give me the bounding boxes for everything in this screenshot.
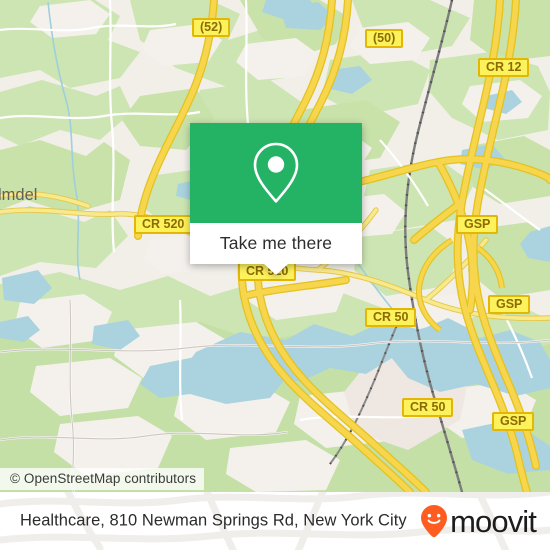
moovit-smiley-pin-icon [421, 505, 448, 538]
road-shield-label: (52) [200, 20, 223, 35]
road-shield-label: GSP [464, 217, 491, 232]
road-shield-gsp-south[interactable]: GSP [492, 412, 535, 431]
road-shield-label: (50) [373, 31, 396, 46]
road-shield-label: CR 520 [142, 217, 185, 232]
location-callout-card[interactable]: Take me there [190, 123, 362, 275]
road-shield-label: GSP [500, 414, 527, 429]
road-shield-cr520[interactable]: CR 520 [134, 215, 193, 234]
map-label-holmdel: lmdel [0, 186, 38, 204]
road-shield-label: CR 12 [486, 60, 522, 75]
map-viewport[interactable]: (52) (50) CR 12 CR 520 GSP CR 520 GSP CR… [0, 0, 550, 492]
road-shield-52[interactable]: (52) [192, 18, 231, 37]
road-shield-cr50-south[interactable]: CR 50 [402, 398, 454, 417]
moovit-map-share-card: (52) (50) CR 12 CR 520 GSP CR 520 GSP CR… [0, 0, 550, 550]
road-shield-cr12[interactable]: CR 12 [478, 58, 530, 77]
road-shield-50[interactable]: (50) [365, 29, 404, 48]
moovit-brand-logo[interactable]: moovit [419, 503, 537, 539]
callout-action-bar[interactable]: Take me there [190, 223, 362, 275]
footer-bar: Healthcare, 810 Newman Springs Rd, New Y… [0, 492, 550, 550]
road-shield-gsp-north[interactable]: GSP [456, 215, 499, 234]
take-me-there-label: Take me there [219, 232, 333, 253]
map-pin-icon [253, 142, 299, 203]
road-shield-label: CR 50 [373, 310, 409, 325]
osm-attribution[interactable]: © OpenStreetMap contributors [0, 468, 205, 490]
callout-icon-panel [190, 123, 362, 223]
road-shield-label: GSP [496, 297, 523, 312]
location-title: Healthcare, 810 Newman Springs Rd, New Y… [20, 511, 407, 530]
moovit-wordmark: moovit [450, 503, 537, 539]
road-shield-label: CR 50 [410, 400, 446, 415]
road-shield-gsp-mid[interactable]: GSP [488, 295, 531, 314]
road-shield-cr50-north[interactable]: CR 50 [365, 308, 417, 327]
callout-tail [264, 264, 288, 275]
